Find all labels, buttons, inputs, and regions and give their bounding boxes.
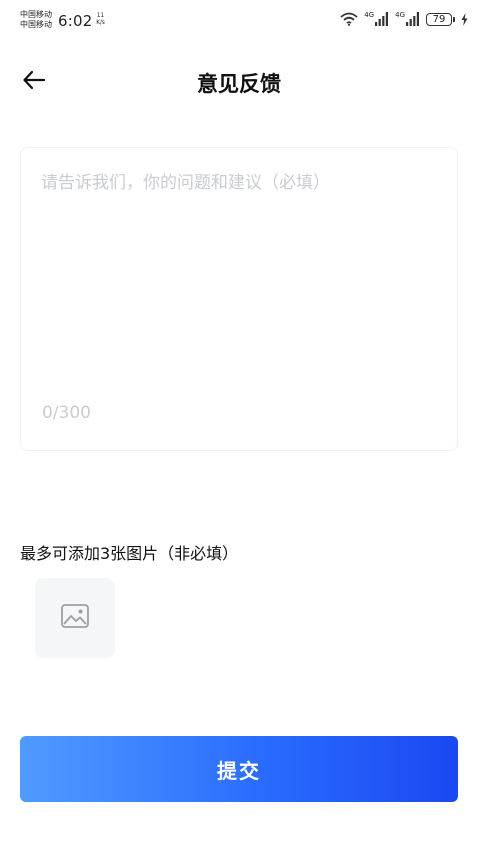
add-image-button[interactable] bbox=[35, 578, 115, 658]
wifi-icon bbox=[340, 12, 358, 26]
battery-level: 79 bbox=[426, 12, 452, 26]
header: 意见反馈 bbox=[0, 58, 478, 108]
network-speed-unit: K/s bbox=[96, 19, 105, 26]
battery-icon: 79 bbox=[426, 12, 455, 26]
feedback-box: 0/300 bbox=[20, 147, 458, 451]
carrier-info: 中国移动 中国移动 bbox=[20, 10, 52, 30]
submit-button[interactable]: 提交 bbox=[20, 736, 458, 802]
signal-2: 4G bbox=[395, 12, 420, 26]
images-label: 最多可添加3张图片（非必填） bbox=[20, 544, 239, 563]
charging-icon bbox=[461, 12, 468, 26]
signal-icon bbox=[406, 12, 420, 26]
status-bar: 中国移动 中国移动 6:02 11 K/s 4G 4G 79 bbox=[0, 0, 478, 44]
carrier-name-1: 中国移动 bbox=[20, 10, 52, 19]
image-icon bbox=[61, 604, 89, 632]
status-icons: 4G 4G 79 bbox=[340, 10, 468, 28]
battery-tip bbox=[453, 16, 455, 22]
signal-icon bbox=[375, 12, 389, 26]
submit-label: 提交 bbox=[217, 758, 261, 783]
network-speed-value: 11 bbox=[96, 12, 105, 19]
feedback-input[interactable] bbox=[41, 168, 437, 378]
signal-1-label: 4G bbox=[364, 11, 375, 19]
carrier-name-2: 中国移动 bbox=[20, 20, 52, 29]
char-counter: 0/300 bbox=[42, 403, 91, 423]
network-speed: 11 K/s bbox=[96, 12, 105, 25]
status-time: 6:02 bbox=[58, 12, 93, 30]
page-title: 意见反馈 bbox=[197, 72, 281, 96]
signal-2-label: 4G bbox=[395, 11, 405, 19]
signal-1: 4G bbox=[364, 12, 389, 26]
